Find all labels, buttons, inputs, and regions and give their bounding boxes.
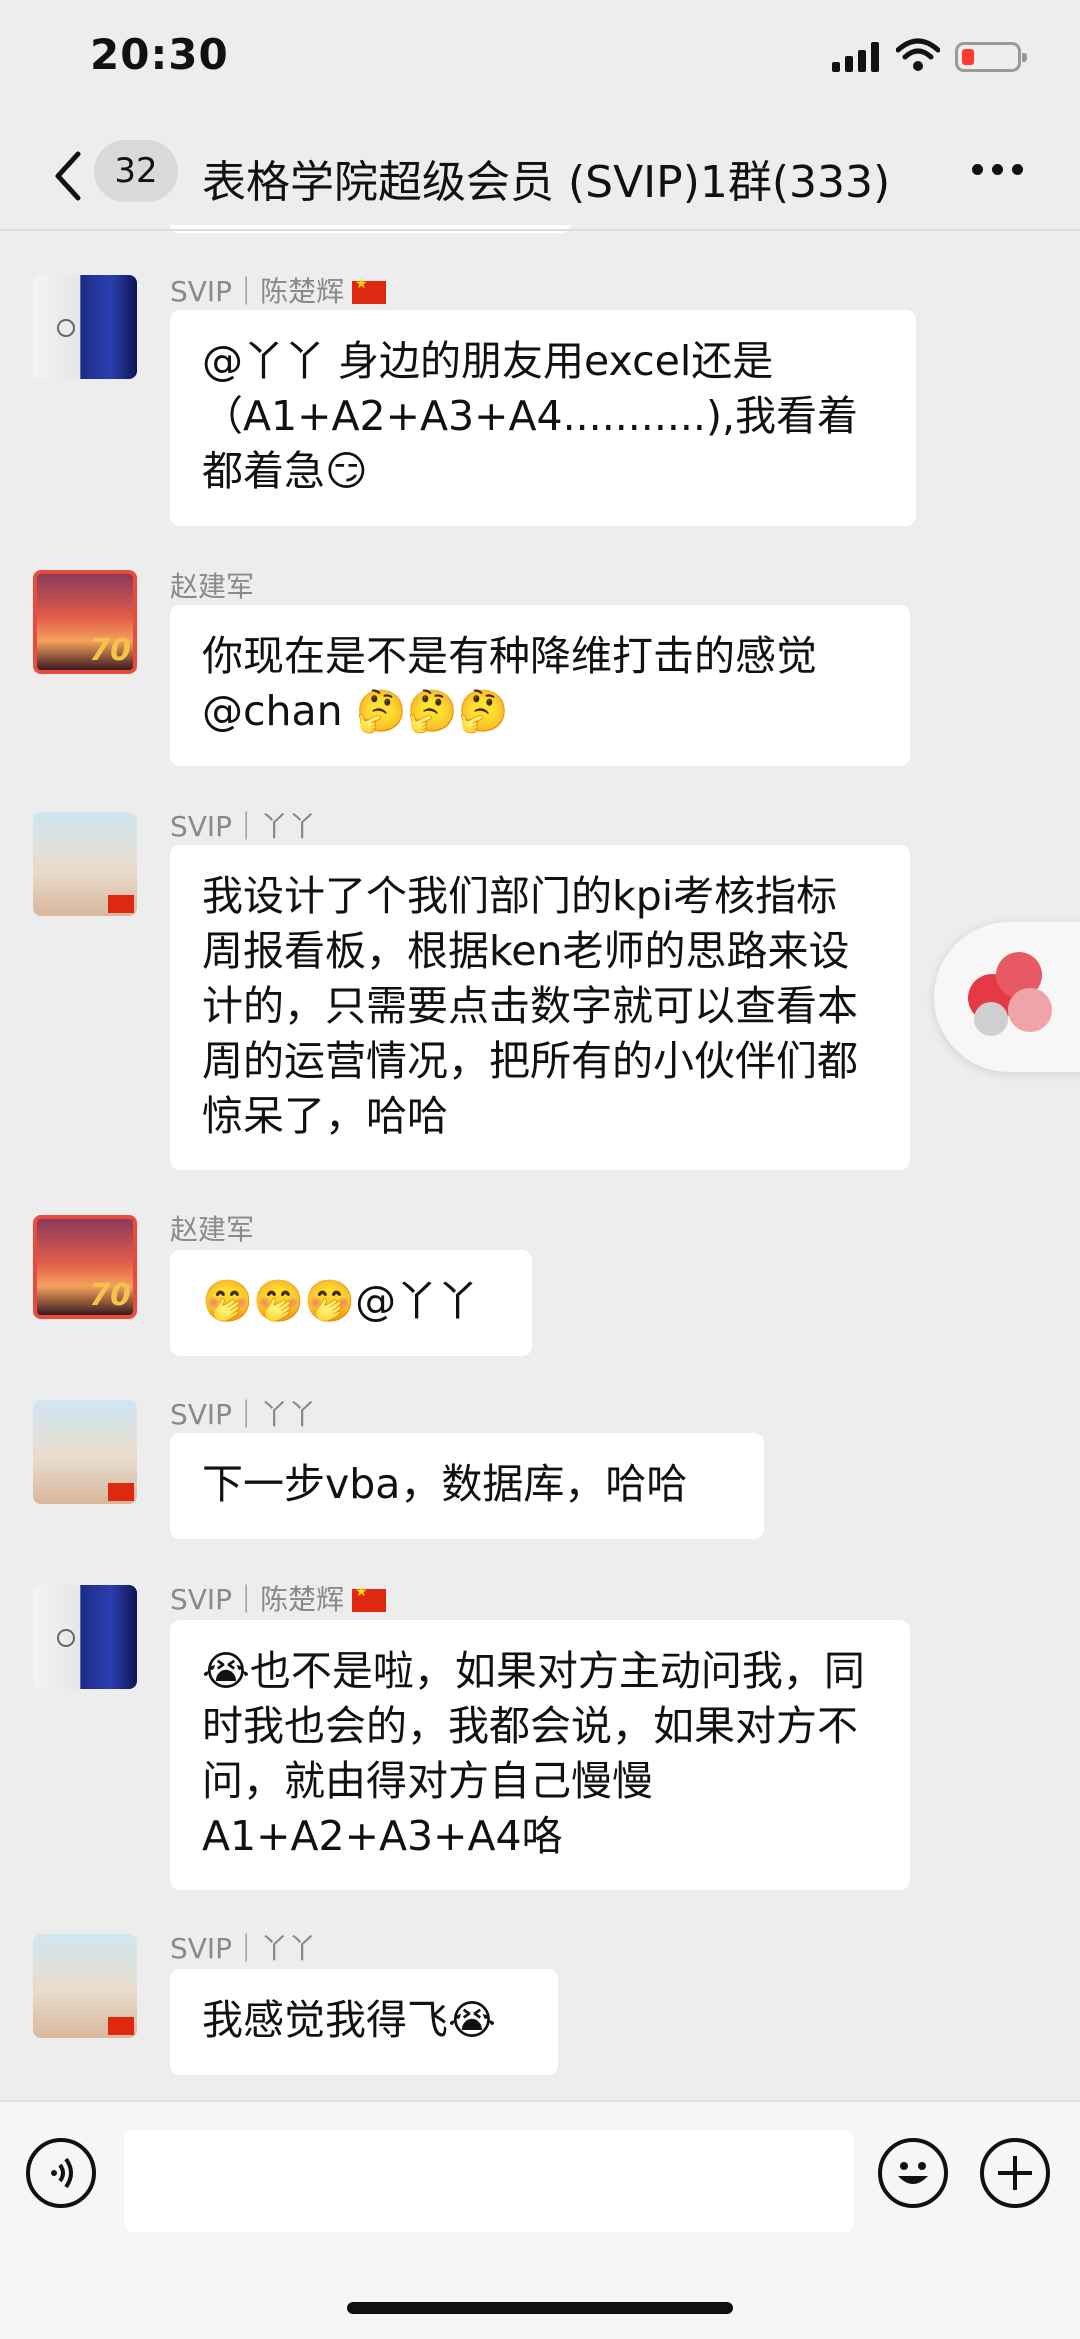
china-flag-icon <box>108 895 134 913</box>
more-options-icon[interactable] <box>972 164 1024 180</box>
sender-name: 赵建军 <box>170 570 255 603</box>
status-time: 20:30 <box>90 30 229 79</box>
message-bubble[interactable]: 我感觉我得飞😭 <box>170 1969 558 2075</box>
battery-icon <box>955 42 1027 72</box>
message-bubble[interactable]: 我设计了个我们部门的kpi考核指标周报看板，根据ken老师的思路来设计的，只需要… <box>170 845 910 1170</box>
sender-name: SVIP｜陈楚辉 <box>170 270 387 310</box>
avatar[interactable]: 70 <box>33 1215 137 1319</box>
home-indicator[interactable] <box>347 2302 733 2314</box>
message-bubble[interactable]: 🤭🤭🤭@丫丫 <box>170 1250 532 1356</box>
unread-count-badge[interactable]: 32 <box>94 140 178 202</box>
header-divider <box>0 229 1080 231</box>
china-flag-icon <box>108 2017 134 2035</box>
message-bubble[interactable]: 下一步vba，数据库，哈哈 <box>170 1433 764 1539</box>
avatar[interactable] <box>33 275 137 379</box>
sender-name-text: SVIP｜陈楚辉 <box>170 275 345 308</box>
avatar[interactable] <box>33 812 137 916</box>
avatar-badge: 70 <box>89 633 131 668</box>
message-input[interactable] <box>124 2130 854 2232</box>
china-flag-icon <box>352 276 387 304</box>
avatar[interactable]: 70 <box>33 570 137 674</box>
avatar[interactable] <box>33 1400 137 1504</box>
sender-name: SVIP｜丫丫 <box>170 1932 317 1965</box>
voice-input-icon[interactable] <box>26 2138 96 2208</box>
china-flag-icon <box>352 1584 387 1612</box>
message-bubble[interactable]: 😭也不是啦，如果对方主动问我，同时我也会的，我都会说，如果对方不问，就由得对方自… <box>170 1620 910 1890</box>
message-bubble[interactable]: @丫丫 身边的朋友用excel还是（A1+A2+A3+A4...........… <box>170 310 916 526</box>
wifi-icon <box>896 38 940 71</box>
sender-name: SVIP｜丫丫 <box>170 810 317 843</box>
floating-flower-button[interactable] <box>934 922 1080 1072</box>
chat-title: 表格学院超级会员 (SVIP)1群(333) <box>202 157 891 208</box>
message-bubble[interactable]: 你现在是不是有种降维打击的感觉@chan 🤔🤔🤔 <box>170 605 910 766</box>
sender-name: SVIP｜陈楚辉 <box>170 1578 387 1618</box>
sender-name: 赵建军 <box>170 1213 255 1246</box>
china-flag-icon <box>108 1483 134 1501</box>
add-attachment-icon[interactable] <box>980 2138 1050 2208</box>
avatar-badge: 70 <box>89 1278 131 1313</box>
emoji-icon[interactable] <box>878 2138 948 2208</box>
avatar[interactable] <box>33 1934 137 2038</box>
sender-name-text: SVIP｜陈楚辉 <box>170 1583 345 1616</box>
sender-name: SVIP｜丫丫 <box>170 1398 317 1431</box>
avatar[interactable] <box>33 1585 137 1689</box>
back-arrow-icon[interactable] <box>48 146 88 206</box>
cellular-signal-icon <box>832 42 880 72</box>
status-bar: 20:30 <box>0 0 1080 120</box>
